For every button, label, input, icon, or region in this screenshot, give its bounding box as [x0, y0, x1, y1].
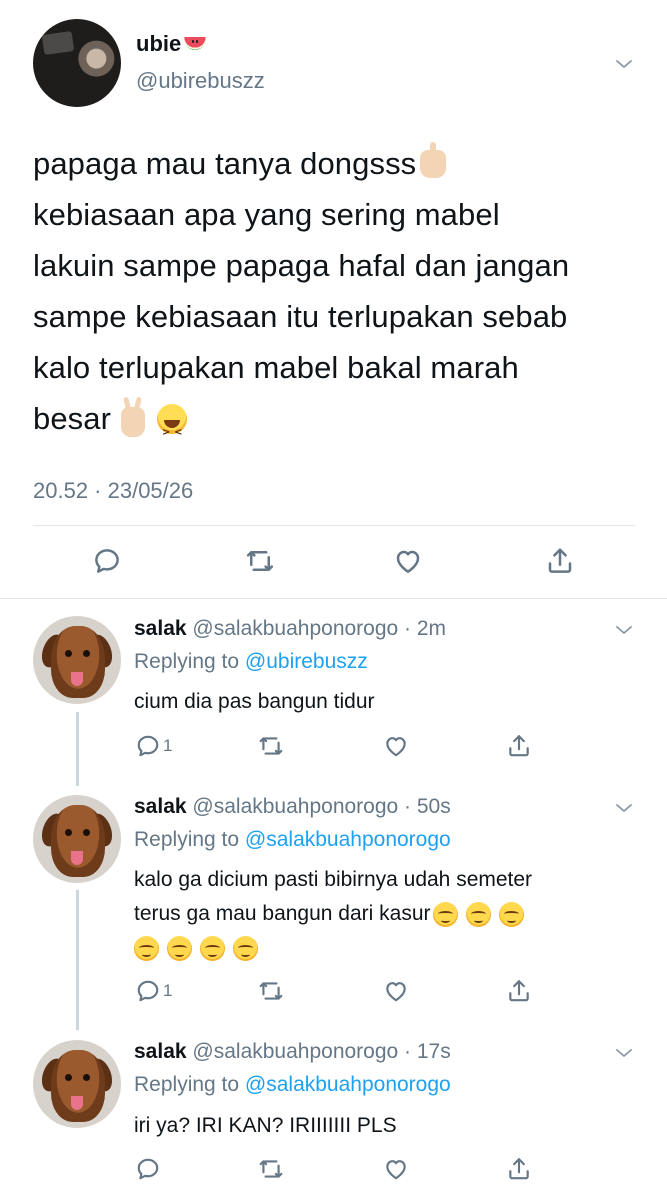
retweet-button[interactable] — [245, 546, 275, 576]
watermelon-emoji-icon — [184, 36, 207, 50]
tweet-line: lakuin sampe papaga hafal dan jangan — [33, 248, 570, 283]
tweet-timestamp[interactable]: 20.52 · 23/05/26 — [33, 478, 193, 504]
replying-to-label: Replying to — [134, 650, 240, 673]
share-icon — [509, 1158, 529, 1180]
retweet-button[interactable] — [258, 733, 284, 759]
chevron-down-icon[interactable] — [615, 1044, 633, 1062]
tweet-line: sampe kebiasaan itu terlupakan sebab — [33, 299, 568, 334]
victory-hand-icon — [121, 406, 146, 437]
share-button[interactable] — [506, 1156, 532, 1182]
author-name[interactable]: salak — [134, 1040, 187, 1063]
share-icon — [509, 735, 529, 757]
reply-button[interactable] — [135, 1156, 163, 1182]
smiling-face-icon — [498, 901, 524, 927]
tweet-line: kebiasaan apa yang sering mabel — [33, 197, 500, 232]
share-button[interactable] — [506, 733, 532, 759]
reply-button[interactable]: 1 — [135, 733, 172, 759]
avatar[interactable] — [33, 616, 121, 704]
replying-to: Replying to @salakbuahponorogo — [134, 1073, 451, 1097]
replying-to-handle[interactable]: @salakbuahponorogo — [245, 1073, 451, 1096]
chevron-down-icon[interactable] — [615, 55, 633, 73]
reply-line: kalo ga dicium pasti bibirnya udah semet… — [134, 868, 533, 891]
reply-line: iri ya? IRI KAN? IRIIIIIII PLS — [134, 1114, 397, 1137]
reply-text: kalo ga dicium pasti bibirnya udah semet… — [134, 863, 614, 965]
author-name[interactable]: salak — [134, 795, 187, 818]
grinning-squinting-face-icon — [157, 403, 188, 458]
like-button[interactable] — [383, 1156, 409, 1182]
retweet-button[interactable] — [258, 1156, 284, 1182]
retweet-icon — [259, 1160, 283, 1178]
replying-to-label: Replying to — [134, 1073, 240, 1096]
divider — [33, 525, 635, 526]
like-button[interactable] — [383, 978, 409, 1004]
like-button[interactable] — [383, 733, 409, 759]
author-name-text: ubie — [136, 31, 182, 56]
retweet-button[interactable] — [258, 978, 284, 1004]
author-handle-time[interactable]: @salakbuahponorogo · 17s — [192, 1040, 450, 1063]
chevron-down-icon[interactable] — [615, 799, 633, 817]
smiling-face-icon — [167, 935, 192, 961]
replying-to-handle[interactable]: @ubirebuszz — [245, 650, 368, 673]
reply-header: salak @salakbuahponorogo · 17s — [134, 1040, 451, 1064]
reply-text: cium dia pas bangun tidur — [134, 685, 614, 719]
heart-icon — [386, 1160, 406, 1180]
reply-icon — [95, 549, 119, 573]
smiling-face-icon — [233, 935, 258, 961]
avatar[interactable] — [33, 1040, 121, 1128]
reply-header: salak @salakbuahponorogo · 50s — [134, 795, 451, 819]
replying-to-handle[interactable]: @salakbuahponorogo — [245, 828, 451, 851]
reply-line: cium dia pas bangun tidur — [134, 690, 375, 713]
reply-icon — [137, 980, 159, 1002]
avatar[interactable] — [33, 19, 121, 107]
smiling-face-icon — [200, 935, 225, 961]
reply-line: terus ga mau bangun dari kasur — [134, 902, 431, 925]
heart-icon — [386, 982, 406, 1002]
replying-to: Replying to @ubirebuszz — [134, 650, 368, 674]
share-icon — [509, 980, 529, 1002]
reply-icon — [137, 735, 159, 757]
author-handle-time[interactable]: @salakbuahponorogo · 50s — [192, 795, 450, 818]
index-pointing-up-icon — [420, 141, 447, 178]
share-button[interactable] — [506, 978, 532, 1004]
reply-button[interactable] — [92, 546, 122, 576]
thread-connector — [76, 712, 79, 786]
reply-count: 1 — [163, 981, 173, 1000]
tweet-text: papaga mau tanya dongsss kebiasaan apa y… — [33, 138, 643, 458]
tweet-line: kalo terlupakan mabel bakal marah — [33, 350, 519, 385]
author-name[interactable]: salak — [134, 617, 187, 640]
heart-icon — [396, 550, 420, 573]
author-handle-time[interactable]: @salakbuahponorogo · 2m — [192, 617, 446, 640]
share-icon — [548, 548, 572, 573]
divider — [0, 598, 667, 599]
smiling-face-icon — [134, 935, 159, 961]
author-handle[interactable]: @ubirebuszz — [136, 68, 265, 94]
thread-connector — [76, 890, 79, 1030]
smiling-face-icon — [465, 901, 491, 927]
reply-icon — [137, 1158, 159, 1180]
like-button[interactable] — [393, 546, 423, 576]
author-name[interactable]: ubie — [136, 31, 207, 57]
reply-text: iri ya? IRI KAN? IRIIIIIII PLS — [134, 1109, 614, 1143]
retweet-icon — [259, 737, 283, 755]
smiling-face-icon — [432, 901, 458, 927]
avatar[interactable] — [33, 795, 121, 883]
tweet-line: papaga mau tanya dongsss — [33, 146, 417, 181]
tweet-line: besar — [33, 401, 112, 436]
chevron-down-icon[interactable] — [615, 621, 633, 639]
retweet-icon — [246, 551, 274, 571]
reply-count: 1 — [163, 736, 173, 755]
reply-header: salak @salakbuahponorogo · 2m — [134, 617, 446, 641]
replying-to-label: Replying to — [134, 828, 240, 851]
retweet-icon — [259, 982, 283, 1000]
replying-to: Replying to @salakbuahponorogo — [134, 828, 451, 852]
heart-icon — [386, 737, 406, 757]
share-button[interactable] — [545, 546, 575, 576]
reply-button[interactable]: 1 — [135, 978, 172, 1004]
